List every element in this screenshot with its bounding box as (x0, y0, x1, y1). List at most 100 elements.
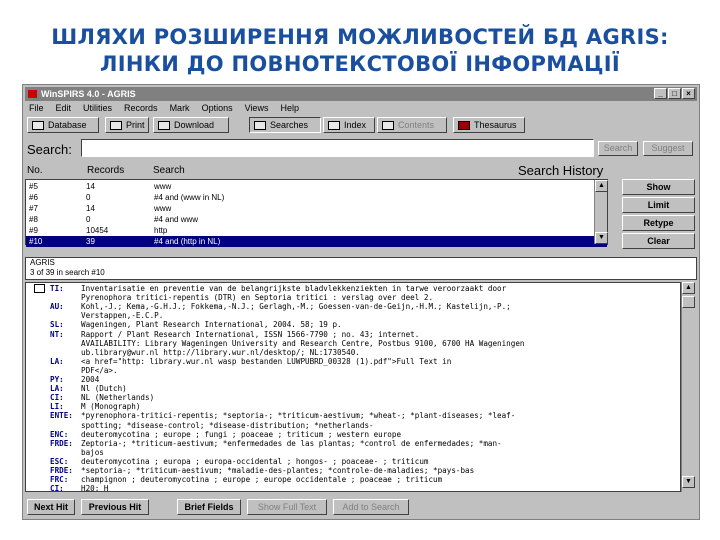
database-label: Database (48, 120, 87, 130)
record-field-value: *pyrenophora-tritici-repentis; *septoria… (81, 411, 516, 421)
print-label: Print (126, 120, 145, 130)
scroll-up-arrow-icon[interactable]: ▲ (682, 282, 695, 294)
row-search: www (154, 204, 172, 213)
record-field-value: bajos (81, 447, 104, 457)
menu-edit[interactable]: Edit (56, 102, 72, 114)
winspirs-window: WinSPIRS 4.0 - AGRIS _ □ × File Edit Uti… (22, 84, 700, 520)
record-field-tag: ENC: (50, 429, 69, 439)
search-input[interactable] (81, 139, 594, 157)
brief-fields-button[interactable]: Brief Fields (177, 499, 241, 515)
scroll-down-arrow-icon[interactable]: ▼ (682, 476, 695, 488)
previous-hit-button[interactable]: Previous Hit (81, 499, 149, 515)
database-icon (32, 121, 44, 130)
record-field-tag: PY: (50, 375, 64, 384)
searches-label: Searches (270, 120, 309, 130)
download-label: Download (174, 120, 215, 130)
menu-help[interactable]: Help (280, 102, 299, 114)
print-button[interactable]: Print (105, 117, 149, 133)
record-field-value: M (Monograph) (81, 402, 141, 412)
search-history-list: #5 14 www #6 0 #4 and (www in NL) #7 14 www #8… (25, 179, 608, 247)
clear-button[interactable]: Clear (622, 233, 695, 249)
record-field-tag: NT: (50, 329, 64, 339)
menu-options[interactable]: Options (202, 102, 233, 114)
history-row[interactable]: #9 10454 http (26, 225, 607, 236)
record-field-tag: CI: (50, 484, 64, 492)
record-field-value: Zeptoria-; *triticum-aestivum; *enfermed… (81, 438, 502, 448)
history-row[interactable]: #8 0 #4 and www (26, 214, 607, 225)
record-field-tag: LI: (50, 402, 64, 412)
retype-button[interactable]: Retype (622, 215, 695, 231)
row-no: #5 (29, 182, 38, 191)
record-field-value: champignon ; deuteromycotina ; europe ; … (81, 475, 443, 485)
history-row[interactable]: #7 14 www (26, 203, 607, 214)
menu-utilities[interactable]: Utilities (83, 102, 112, 114)
contents-button[interactable]: Contents (377, 117, 447, 133)
record-field-value: deuteromycotina ; europe ; fungi ; poace… (81, 429, 402, 439)
col-search: Search (153, 165, 185, 176)
record-field-tag: SL: (50, 320, 64, 330)
download-button[interactable]: Download (153, 117, 229, 133)
row-records: 14 (86, 182, 95, 191)
thesaurus-button[interactable]: Thesaurus (453, 117, 525, 133)
maximize-button[interactable]: □ (668, 88, 681, 99)
record-display: TI: Inventarisatie en preventie van de be… (25, 282, 681, 492)
scroll-up-arrow-icon[interactable]: ▲ (595, 180, 608, 192)
row-search: www (154, 182, 172, 191)
searches-icon (254, 121, 266, 130)
history-header: No. Records Search (27, 165, 185, 176)
search-history-title: Search History (518, 163, 604, 178)
add-to-search-button[interactable]: Add to Search (333, 499, 409, 515)
record-field-tag: FRDE: (50, 438, 73, 448)
record-field-value: <a href="http: library.wur.nl wasp besta… (81, 356, 452, 366)
result-db: AGRIS (30, 258, 55, 267)
suggest-button[interactable]: Suggest (643, 141, 693, 156)
record-field-tag: ESC: (50, 456, 69, 466)
close-button[interactable]: × (682, 88, 695, 99)
result-position: 3 of 39 in search #10 (30, 268, 105, 277)
record-field-tag: TI: (50, 284, 64, 293)
history-row-selected[interactable]: #10 39 #4 and (http in NL) (26, 236, 607, 247)
record-field-value: deuteromycotina ; europa ; europa-occide… (81, 456, 429, 466)
menu-file[interactable]: File (29, 102, 44, 114)
search-label: Search: (27, 142, 72, 157)
printer-icon (110, 121, 122, 130)
scroll-down-arrow-icon[interactable]: ▼ (595, 232, 608, 244)
contents-label: Contents (398, 120, 435, 130)
slide-title-line2: ЛІНКИ ДО ПОВНОТЕКСТОВОЇ ІНФОРМАЦІЇ (100, 52, 620, 76)
database-button[interactable]: Database (27, 117, 99, 133)
record-field-tag: FRDE: (50, 466, 73, 475)
show-full-text-button[interactable]: Show Full Text (247, 499, 327, 515)
record-scrollbar[interactable]: ▲ ▼ (681, 282, 695, 492)
next-hit-button[interactable]: Next Hit (27, 499, 75, 515)
row-records: 39 (86, 237, 95, 246)
history-row[interactable]: #5 14 www (26, 181, 607, 192)
history-row[interactable]: #6 0 #4 and (www in NL) (26, 192, 607, 203)
record-field-tag: LA: (50, 356, 64, 366)
scroll-thumb[interactable] (682, 296, 695, 308)
history-scrollbar[interactable]: ▲ ▼ (594, 180, 608, 244)
menu-mark[interactable]: Mark (170, 102, 190, 114)
search-button[interactable]: Search (598, 141, 638, 156)
show-button[interactable]: Show (622, 179, 695, 195)
record-field-value: Nl (Dutch) (81, 384, 127, 394)
menu-records[interactable]: Records (124, 102, 158, 114)
contents-icon (382, 121, 394, 130)
menu-bar: File Edit Utilities Records Mark Options… (25, 102, 697, 114)
row-search: #4 and www (154, 215, 199, 224)
menu-views[interactable]: Views (245, 102, 269, 114)
minimize-button[interactable]: _ (654, 88, 667, 99)
col-no: No. (27, 165, 43, 176)
row-no: #8 (29, 215, 38, 224)
row-records: 0 (86, 215, 91, 224)
record-field-value: AVAILABILITY: Library Wageningen Univers… (81, 338, 525, 348)
searches-button[interactable]: Searches (249, 117, 321, 133)
index-button[interactable]: Index (323, 117, 375, 133)
row-no: #10 (29, 237, 43, 246)
record-field-value: Kohl,-J.; Kema,-G.H.J.; Fokkema,-N.J.; G… (81, 302, 511, 312)
row-search: #4 and (http in NL) (154, 237, 221, 246)
row-records: 10454 (86, 226, 109, 235)
record-field-value: H20; H (81, 484, 109, 492)
record-field-value: Wageningen, Plant Research International… (81, 320, 342, 330)
download-icon (158, 121, 170, 130)
limit-button[interactable]: Limit (622, 197, 695, 213)
